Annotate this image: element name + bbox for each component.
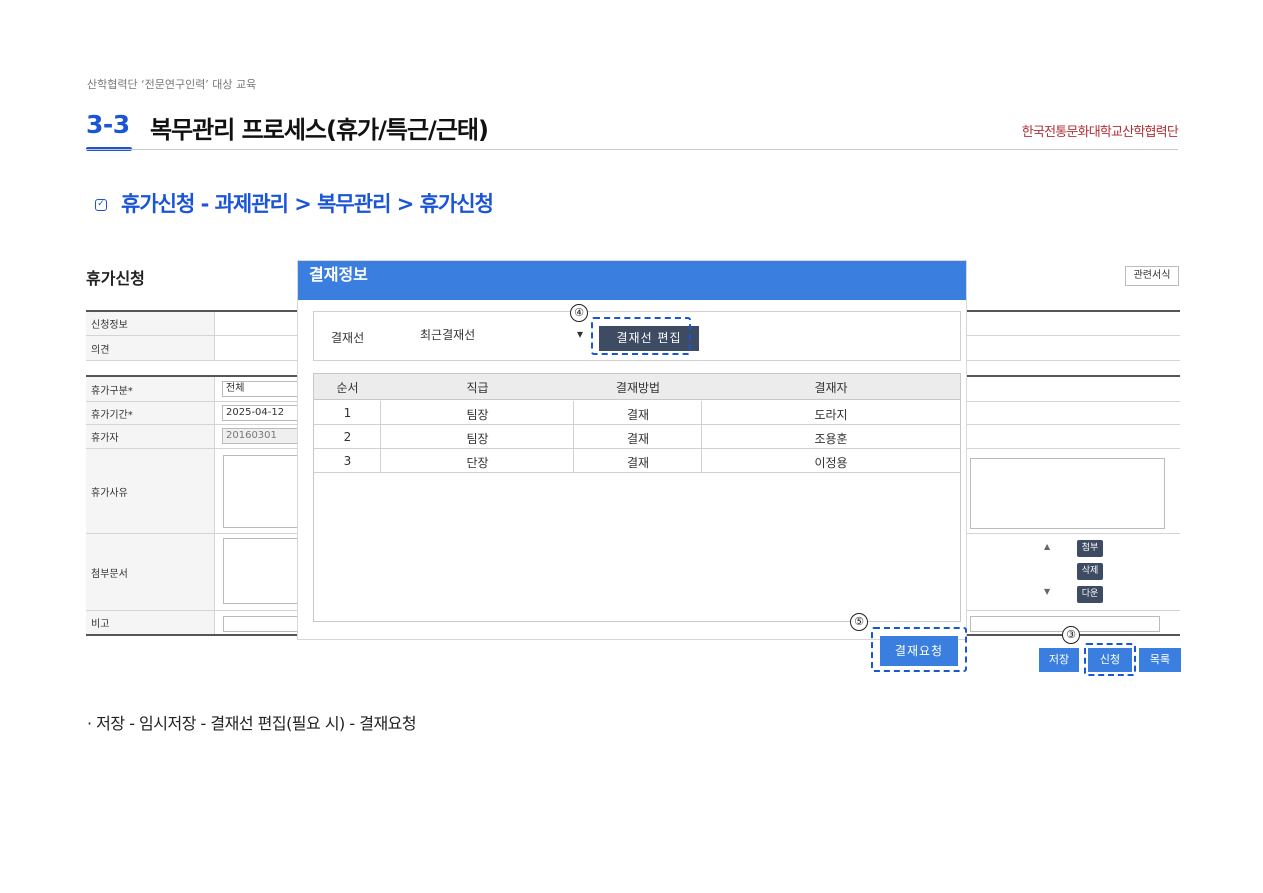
process-footnote: · 저장 - 임시저장 - 결재선 편집(필요 시) - 결재요청: [87, 714, 417, 733]
cell-approver: 도라지: [814, 408, 848, 422]
delete-attachment-button[interactable]: 삭제: [1077, 563, 1103, 580]
cell-position: 팀장: [466, 408, 489, 422]
column-divider: [701, 401, 702, 473]
label-opinion: 의견: [86, 336, 215, 360]
label-reason: 휴가사유: [86, 449, 215, 533]
cell-method: 결재: [626, 432, 650, 446]
table-row[interactable]: 1 팀장 결재 도라지: [314, 401, 960, 425]
reason-textarea-right[interactable]: [970, 458, 1165, 529]
step-4-marker: ④: [570, 304, 588, 322]
organization-name: 한국전통문화대학교산학협력단: [1021, 125, 1179, 140]
header-order: 순서: [336, 381, 359, 395]
header-position: 직급: [466, 381, 489, 395]
download-attachment-button[interactable]: 다운: [1077, 586, 1103, 603]
cell-order: 3: [343, 454, 352, 468]
header-divider: [86, 149, 1178, 150]
approval-line-select[interactable]: 최근결재선: [418, 326, 594, 344]
form-title: 휴가신청: [86, 269, 145, 288]
table-row[interactable]: 2 팀장 결재 조용훈: [314, 425, 960, 449]
modal-title: 결재정보: [298, 261, 966, 300]
scroll-down-icon[interactable]: ▼: [1044, 587, 1050, 596]
header-method: 결재방법: [615, 381, 661, 395]
related-forms-button[interactable]: 관련서식: [1125, 266, 1179, 286]
course-caption: 산학협력단 ‘전문연구인력’ 대상 교육: [87, 78, 257, 91]
chevron-down-icon[interactable]: ▾: [577, 327, 583, 341]
column-divider: [380, 401, 381, 473]
applicant-field: 20160301: [222, 428, 298, 444]
attach-button[interactable]: 첨부: [1077, 540, 1103, 557]
label-request-info: 신청정보: [86, 312, 215, 335]
approval-line-label: 결재선: [331, 331, 365, 345]
section-title: 복무관리 프로세스(휴가/특근/근태): [150, 116, 489, 144]
cell-method: 결재: [626, 408, 650, 422]
label-leave-period: 휴가기간*: [86, 402, 215, 424]
label-leave-type: 휴가구분*: [86, 377, 215, 401]
checkbox-icon: ✓: [95, 199, 107, 211]
approval-table: 순서 직급 결재방법 결재자 1 팀장 결재 도라지 2 팀장 결재 조용훈 3…: [313, 373, 961, 622]
highlight-edit-line: [591, 317, 691, 355]
column-divider: [573, 401, 574, 473]
list-button[interactable]: 목록: [1139, 648, 1181, 672]
highlight-request: [871, 627, 967, 672]
cell-order: 2: [343, 430, 352, 444]
table-row[interactable]: 3 단장 결재 이정용: [314, 449, 960, 473]
cell-approver: 조용훈: [814, 432, 848, 446]
header-approver: 결재자: [814, 381, 848, 395]
leave-type-select[interactable]: 전체: [222, 381, 298, 397]
approval-table-header: 순서 직급 결재방법 결재자: [314, 374, 960, 400]
step-3-marker: ③: [1062, 626, 1080, 644]
highlight-apply: [1084, 643, 1136, 676]
cell-position: 단장: [466, 456, 489, 470]
save-button[interactable]: 저장: [1039, 648, 1079, 672]
scroll-up-icon[interactable]: ▲: [1044, 542, 1050, 551]
cell-position: 팀장: [466, 432, 489, 446]
cell-approver: 이정용: [814, 456, 848, 470]
leave-period-field[interactable]: 2025-04-12: [222, 405, 298, 421]
cell-order: 1: [343, 406, 352, 420]
subheading: 휴가신청 - 과제관리 > 복무관리 > 휴가신청: [121, 192, 494, 216]
note-field-left[interactable]: [223, 616, 299, 632]
attachment-list-left[interactable]: [223, 538, 299, 604]
label-applicant: 휴가자: [86, 425, 215, 448]
step-5-marker: ⑤: [850, 613, 868, 631]
label-note: 비고: [86, 611, 215, 634]
cell-method: 결재: [626, 456, 650, 470]
reason-textarea-left[interactable]: [223, 455, 299, 528]
section-number: 3-3: [86, 110, 130, 139]
label-attachment: 첨부문서: [86, 534, 215, 610]
